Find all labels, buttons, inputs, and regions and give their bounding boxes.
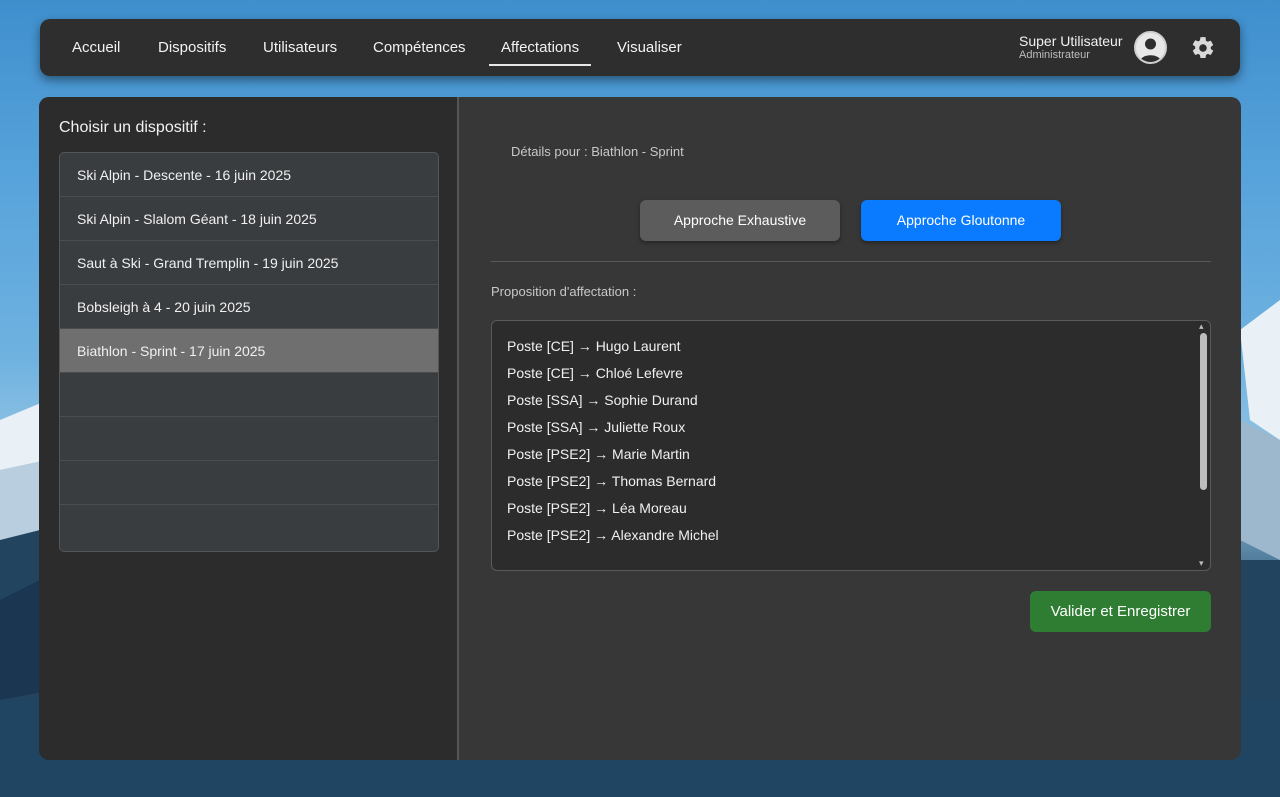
user-avatar-icon[interactable] [1134, 31, 1167, 64]
device-item-biathlon-sprint[interactable]: Biathlon - Sprint - 17 juin 2025 [60, 329, 438, 373]
assignment-line: Poste [PSE2] → Thomas Bernard [507, 473, 717, 489]
scroll-thumb[interactable] [1200, 333, 1207, 490]
assignment-list: Poste [CE] → Hugo Laurent Poste [CE] → C… [507, 333, 719, 549]
device-list: Ski Alpin - Descente - 16 juin 2025 Ski … [59, 152, 439, 552]
device-item-ski-alpin-descente[interactable]: Ski Alpin - Descente - 16 juin 2025 [60, 153, 438, 197]
validate-save-button[interactable]: Valider et Enregistrer [1030, 591, 1211, 632]
assignment-line: Poste [SSA] → Sophie Durand [507, 392, 698, 408]
nav-utilisateurs[interactable]: Utilisateurs [263, 19, 337, 76]
user-role: Administrateur [1019, 49, 1090, 61]
nav-competences[interactable]: Compétences [373, 19, 466, 76]
user-info: Super Utilisateur Administrateur [1019, 33, 1123, 62]
section-divider [491, 261, 1211, 262]
assignment-line: Poste [PSE2] → Léa Moreau [507, 500, 687, 516]
nav-accueil[interactable]: Accueil [72, 19, 120, 76]
user-name: Super Utilisateur [1019, 33, 1123, 49]
greedy-approach-button[interactable]: Approche Gloutonne [861, 200, 1061, 241]
device-item-saut-a-ski[interactable]: Saut à Ski - Grand Tremplin - 19 juin 20… [60, 241, 438, 285]
main-panel: Choisir un dispositif : Ski Alpin - Desc… [39, 97, 1241, 760]
proposition-label: Proposition d'affectation : [491, 284, 637, 299]
assignment-line: Poste [PSE2] → Alexandre Michel [507, 527, 719, 543]
empty-list-row [60, 417, 438, 461]
assignment-line: Poste [CE] → Chloé Lefevre [507, 365, 683, 381]
nav-affectations[interactable]: Affectations [488, 19, 592, 76]
assignment-line: Poste [CE] → Hugo Laurent [507, 338, 681, 354]
exhaustive-approach-button[interactable]: Approche Exhaustive [640, 200, 840, 241]
scrollbar[interactable]: ▴ ▾ [1196, 321, 1210, 570]
assignment-proposal-box[interactable]: Poste [CE] → Hugo Laurent Poste [CE] → C… [491, 320, 1211, 571]
assignment-line: Poste [SSA] → Juliette Roux [507, 419, 686, 435]
empty-list-row [60, 505, 438, 549]
nav-visualiser[interactable]: Visualiser [617, 19, 682, 76]
nav-dispositifs[interactable]: Dispositifs [158, 19, 226, 76]
chevron-up-icon[interactable]: ▴ [1199, 321, 1204, 331]
assignment-line: Poste [PSE2] → Marie Martin [507, 446, 690, 462]
empty-list-row [60, 373, 438, 417]
device-item-bobsleigh[interactable]: Bobsleigh à 4 - 20 juin 2025 [60, 285, 438, 329]
gear-icon[interactable] [1190, 35, 1216, 61]
top-navbar: Accueil Dispositifs Utilisateurs Compéte… [40, 19, 1240, 76]
chevron-down-icon[interactable]: ▾ [1199, 558, 1204, 568]
sidebar-title: Choisir un dispositif : [59, 119, 207, 136]
device-item-ski-alpin-slalom[interactable]: Ski Alpin - Slalom Géant - 18 juin 2025 [60, 197, 438, 241]
empty-list-row [60, 461, 438, 505]
device-sidebar: Choisir un dispositif : Ski Alpin - Desc… [39, 97, 459, 760]
details-label: Détails pour : Biathlon - Sprint [511, 144, 684, 159]
